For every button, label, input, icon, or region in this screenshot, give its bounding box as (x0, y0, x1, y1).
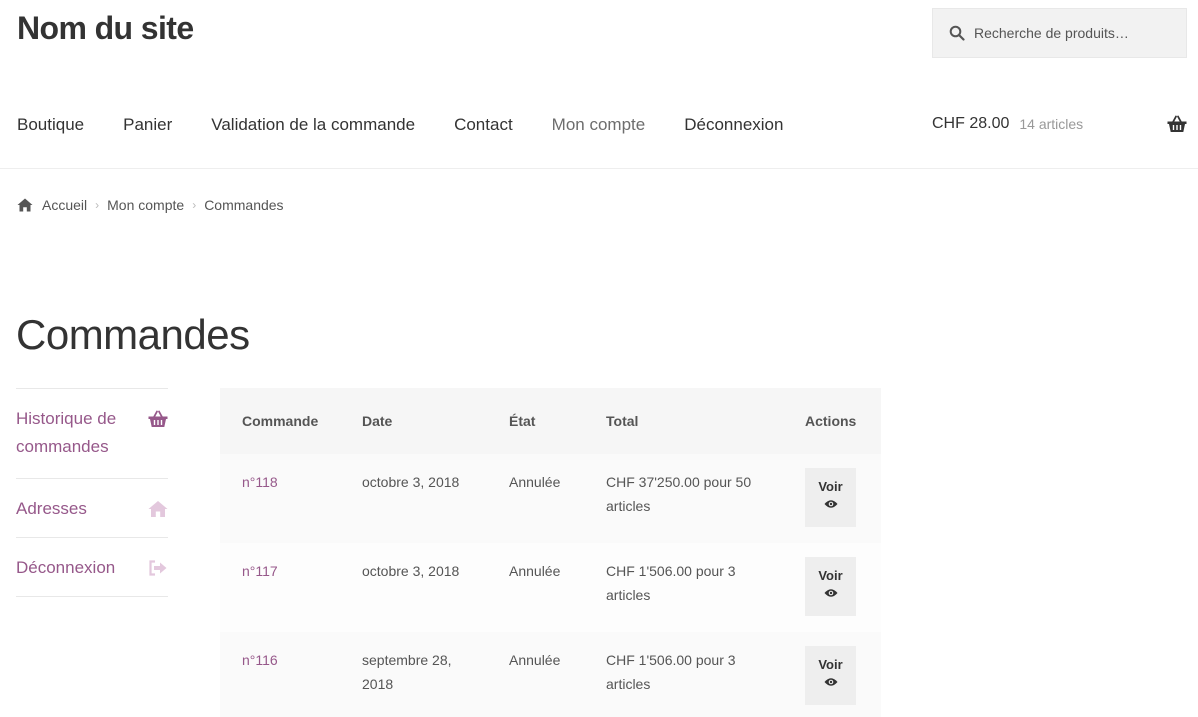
order-status: Annulée (509, 474, 561, 490)
order-number[interactable]: n°116 (220, 632, 340, 717)
orders-table: Commande Date État Total Actions n°118 o… (220, 388, 881, 717)
basket-icon (1167, 115, 1187, 132)
col-total: Total (606, 413, 639, 429)
sign-out-icon (149, 560, 167, 576)
header-divider (0, 168, 1198, 169)
breadcrumb-current: Commandes (204, 197, 284, 213)
search-input[interactable] (974, 25, 1174, 41)
account-nav-orders-label: Historique de commandes (16, 409, 117, 456)
account-nav-logout-label: Déconnexion (16, 558, 116, 577)
cart-count: 14 articles (1019, 116, 1084, 132)
header-cart[interactable]: CHF 28.00 14 articles (932, 115, 1187, 133)
col-date: Date (362, 413, 393, 429)
account-nav-logout[interactable]: Déconnexion (16, 537, 168, 597)
table-header-row: Commande Date État Total Actions (220, 388, 881, 454)
order-status: Annulée (509, 563, 561, 579)
view-order-label: Voir (818, 657, 843, 672)
order-total: CHF 37'250.00 pour 50 articles (606, 474, 752, 514)
order-total: CHF 1'506.00 pour 3 articles (606, 563, 736, 603)
breadcrumb-mon-compte[interactable]: Mon compte (107, 197, 184, 213)
nav-item-validation[interactable]: Validation de la commande (211, 115, 415, 135)
table-row: n°116 septembre 28, 2018 Annulée CHF 1'5… (220, 632, 881, 717)
col-etat: État (509, 413, 536, 429)
table-row: n°117 octobre 3, 2018 Annulée CHF 1'506.… (220, 543, 881, 632)
main-navigation: Boutique Panier Validation de la command… (17, 115, 822, 135)
view-order-button[interactable]: Voir (805, 557, 856, 616)
breadcrumb: Accueil › Mon compte › Commandes (17, 197, 284, 213)
order-date: octobre 3, 2018 (362, 563, 460, 579)
chevron-right-icon: › (95, 198, 100, 212)
view-order-label: Voir (818, 568, 843, 583)
order-actions: Voir (783, 632, 881, 717)
breadcrumb-accueil[interactable]: Accueil (42, 197, 87, 213)
cart-amount: CHF 28.00 (932, 115, 1010, 132)
order-status: Annulée (509, 652, 561, 668)
account-nav-addresses-label: Adresses (16, 499, 87, 518)
order-date: octobre 3, 2018 (362, 474, 460, 490)
order-number[interactable]: n°118 (220, 454, 340, 543)
nav-item-boutique[interactable]: Boutique (17, 115, 84, 135)
view-order-label: Voir (818, 479, 843, 494)
home-icon (148, 501, 168, 517)
search-icon (949, 25, 965, 41)
eye-icon (824, 500, 837, 508)
account-navigation: Historique de commandes Adresses Déconne… (16, 388, 168, 597)
home-icon (17, 198, 33, 212)
table-row: n°118 octobre 3, 2018 Annulée CHF 37'250… (220, 454, 881, 543)
nav-item-deconnexion[interactable]: Déconnexion (684, 115, 783, 135)
view-order-button[interactable]: Voir (805, 646, 856, 705)
eye-icon (824, 589, 837, 597)
order-actions: Voir (783, 543, 881, 632)
nav-item-panier[interactable]: Panier (123, 115, 172, 135)
order-date: septembre 28, 2018 (362, 652, 452, 692)
order-number[interactable]: n°117 (220, 543, 340, 632)
nav-item-contact[interactable]: Contact (454, 115, 513, 135)
basket-icon (148, 410, 168, 427)
col-commande: Commande (242, 413, 319, 429)
order-actions: Voir (783, 454, 881, 543)
site-title[interactable]: Nom du site (17, 10, 194, 47)
search-box (932, 8, 1187, 58)
chevron-right-icon: › (192, 198, 197, 212)
eye-icon (824, 678, 837, 686)
col-actions: Actions (805, 413, 857, 429)
nav-item-mon-compte[interactable]: Mon compte (552, 115, 646, 135)
account-nav-orders[interactable]: Historique de commandes (16, 388, 168, 478)
page-title: Commandes (16, 311, 250, 358)
view-order-button[interactable]: Voir (805, 468, 856, 527)
order-total: CHF 1'506.00 pour 3 articles (606, 652, 736, 692)
account-nav-addresses[interactable]: Adresses (16, 478, 168, 537)
